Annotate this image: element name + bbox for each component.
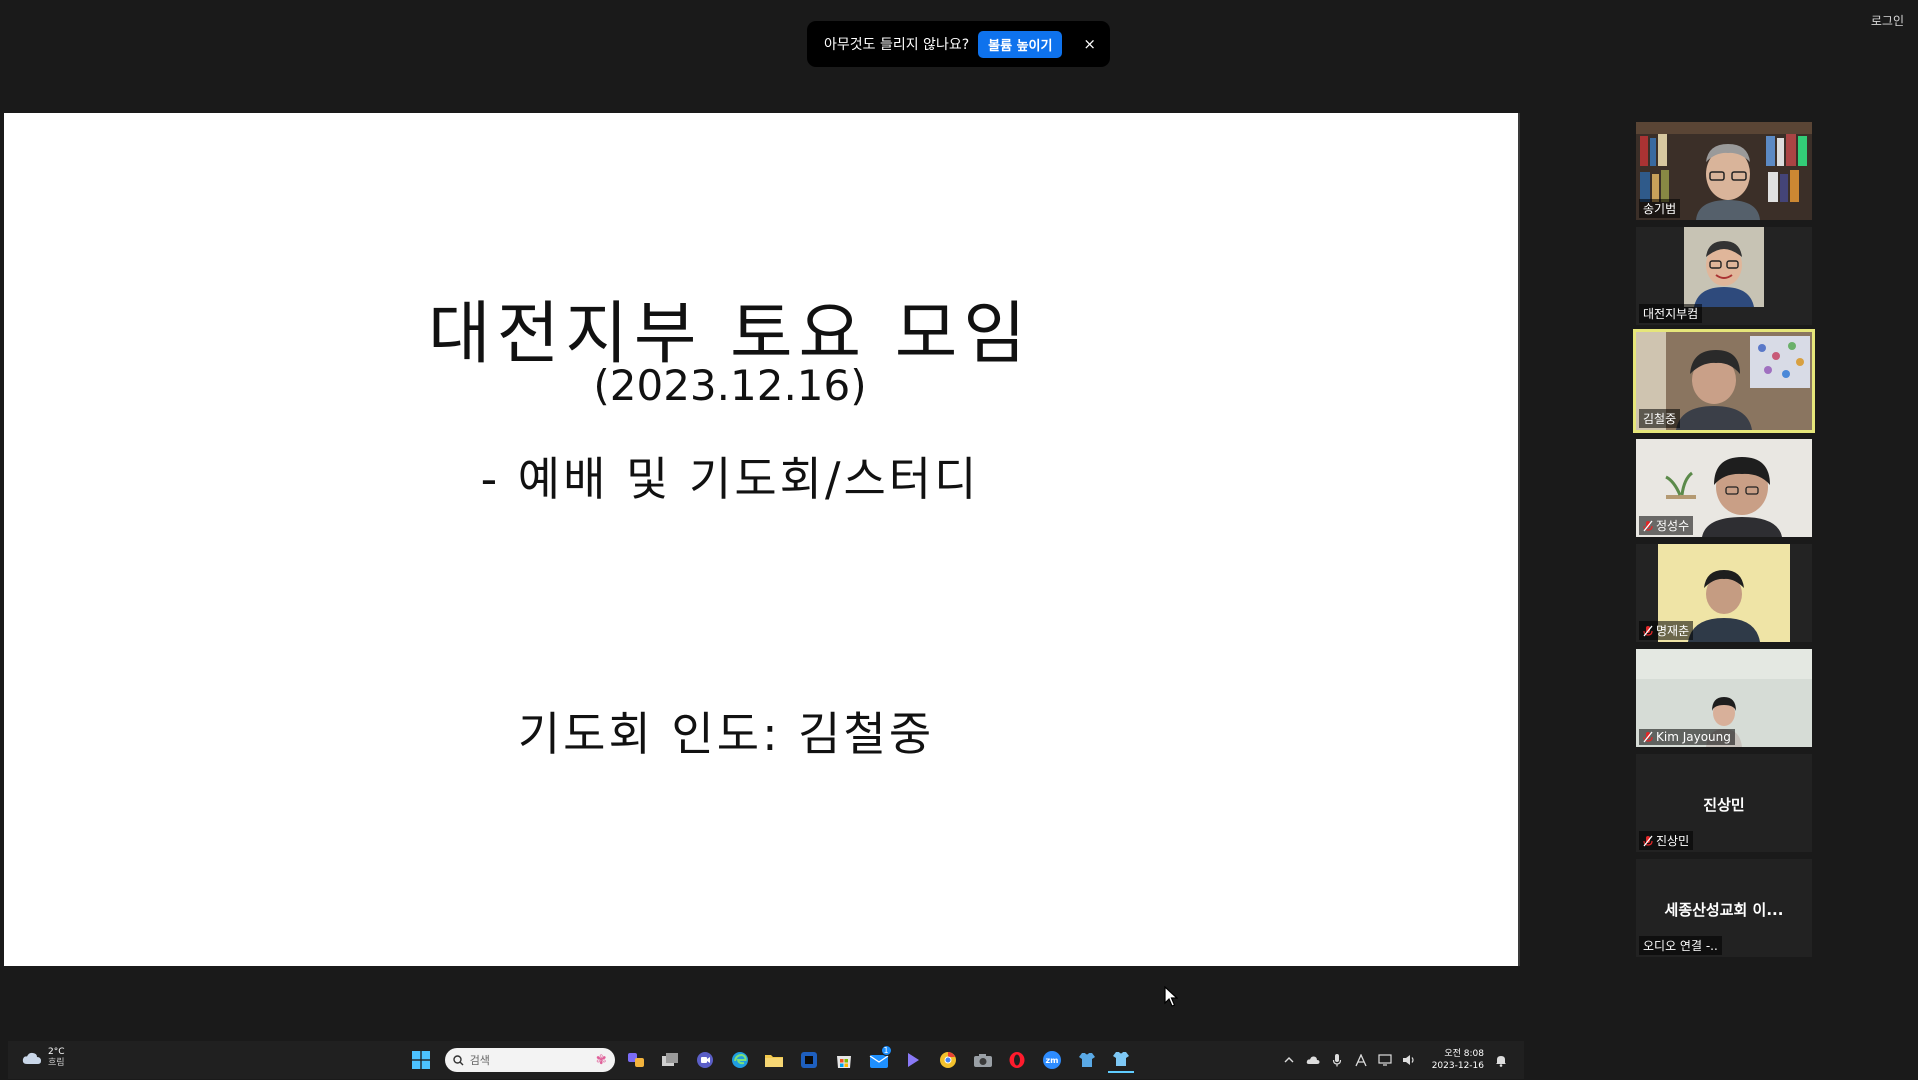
search-highlight-icon: ✾	[595, 1052, 607, 1068]
taskbar-clock[interactable]: 오전 8:08 2023-12-16	[1432, 1048, 1484, 1072]
onedrive-icon[interactable]	[1304, 1050, 1322, 1070]
participant-tile[interactable]: 명재춘	[1636, 544, 1812, 642]
input-language-icon[interactable]	[1352, 1050, 1370, 1070]
file-explorer-icon[interactable]	[761, 1047, 787, 1073]
increase-volume-button[interactable]: 볼륨 높이기	[978, 30, 1063, 58]
app-shirt-icon-2[interactable]	[1108, 1047, 1135, 1073]
participant-name: 오디오 연결 -..	[1639, 936, 1722, 955]
participant-name: 명재춘	[1639, 621, 1694, 640]
participant-tile-active-speaker[interactable]: 김철중	[1633, 329, 1815, 433]
camera-icon[interactable]	[970, 1047, 996, 1073]
toast-message: 아무것도 들리지 않나요?	[824, 37, 970, 53]
edge-browser-icon[interactable]	[727, 1047, 753, 1073]
shared-screen: 대전지부 토요 모임 (2023.12.16) - 예배 및 기도회/스터디 기…	[4, 113, 1524, 1079]
muted-mic-icon	[1643, 731, 1653, 743]
microsoft-store-icon[interactable]	[831, 1047, 857, 1073]
system-tray: 오전 8:08 2023-12-16	[1280, 1048, 1510, 1072]
participant-display-name: 세종산성교회 이...	[1664, 901, 1784, 919]
mail-badge: 1	[880, 1045, 892, 1056]
participant-tile[interactable]: 대전지부컴	[1636, 227, 1812, 325]
mail-icon[interactable]: 1	[866, 1045, 892, 1073]
taskbar-apps: 검색 ✾ 1 zm	[408, 1045, 1143, 1074]
clock-time: 오전 8:08	[1444, 1049, 1484, 1059]
participant-tile[interactable]: 정성수	[1636, 439, 1812, 537]
participant-tile[interactable]: 송기범	[1636, 122, 1812, 220]
participant-display-name: 진상민	[1703, 796, 1745, 814]
participant-tile-no-video[interactable]: 세종산성교회 이... 오디오 연결 -..	[1636, 859, 1812, 957]
slide-subtitle: - 예배 및 기도회/스터디	[480, 452, 980, 506]
participant-tile[interactable]: Kim Jayoung	[1636, 649, 1812, 747]
windows-start-icon[interactable]	[408, 1047, 434, 1073]
muted-mic-icon	[1643, 835, 1653, 847]
participant-name: 송기범	[1639, 199, 1681, 218]
cloud-icon	[22, 1052, 41, 1064]
zoom-app-icon[interactable]: zm	[1039, 1047, 1065, 1073]
participant-name: Kim Jayoung	[1639, 729, 1735, 745]
windows-taskbar: 2°C 흐림 검색 ✾ 1 zm 오전 8:08 2023-12-16	[8, 1041, 1524, 1079]
task-view-icon[interactable]	[657, 1047, 683, 1073]
app-shirt-icon[interactable]	[1074, 1047, 1100, 1073]
slide-leader: 기도회 인도: 김철중	[517, 707, 935, 761]
participant-name: 대전지부컴	[1639, 304, 1703, 323]
taskbar-search[interactable]: 검색 ✾	[444, 1048, 615, 1072]
copilot-icon[interactable]	[623, 1047, 649, 1073]
participant-tile-no-video[interactable]: 진상민 진상민	[1636, 754, 1812, 852]
microphone-icon[interactable]	[1328, 1050, 1346, 1070]
participant-name: 김철중	[1639, 409, 1681, 428]
slide-date: (2023.12.16)	[593, 361, 867, 410]
notification-bell-icon[interactable]	[1492, 1050, 1510, 1070]
speaker-icon[interactable]	[1400, 1050, 1418, 1070]
mouse-cursor-icon	[1164, 986, 1178, 1007]
zoom-icon-label: zm	[1045, 1056, 1058, 1065]
chevron-up-icon[interactable]	[1280, 1050, 1298, 1070]
chrome-icon[interactable]	[935, 1047, 961, 1073]
muted-mic-icon	[1643, 520, 1653, 532]
teams-meet-icon[interactable]	[692, 1047, 718, 1073]
search-icon	[452, 1054, 464, 1065]
weather-desc: 흐림	[48, 1058, 65, 1068]
media-player-icon[interactable]	[900, 1047, 926, 1073]
clock-date: 2023-12-16	[1431, 1061, 1484, 1071]
muted-mic-icon	[1643, 625, 1653, 637]
media-app-icon[interactable]	[796, 1047, 822, 1073]
participant-name: 진상민	[1639, 831, 1694, 850]
opera-browser-icon[interactable]	[1004, 1047, 1030, 1073]
search-placeholder: 검색	[469, 1054, 490, 1067]
weather-widget[interactable]: 2°C 흐림	[22, 1047, 65, 1069]
participant-name: 정성수	[1639, 516, 1694, 535]
audio-toast: 아무것도 들리지 않나요? 볼륨 높이기 ×	[807, 21, 1110, 67]
login-link[interactable]: 로그인	[1871, 12, 1904, 29]
network-icon[interactable]	[1376, 1050, 1394, 1070]
weather-temp: 2°C	[48, 1047, 65, 1057]
close-icon[interactable]: ×	[1083, 35, 1096, 53]
